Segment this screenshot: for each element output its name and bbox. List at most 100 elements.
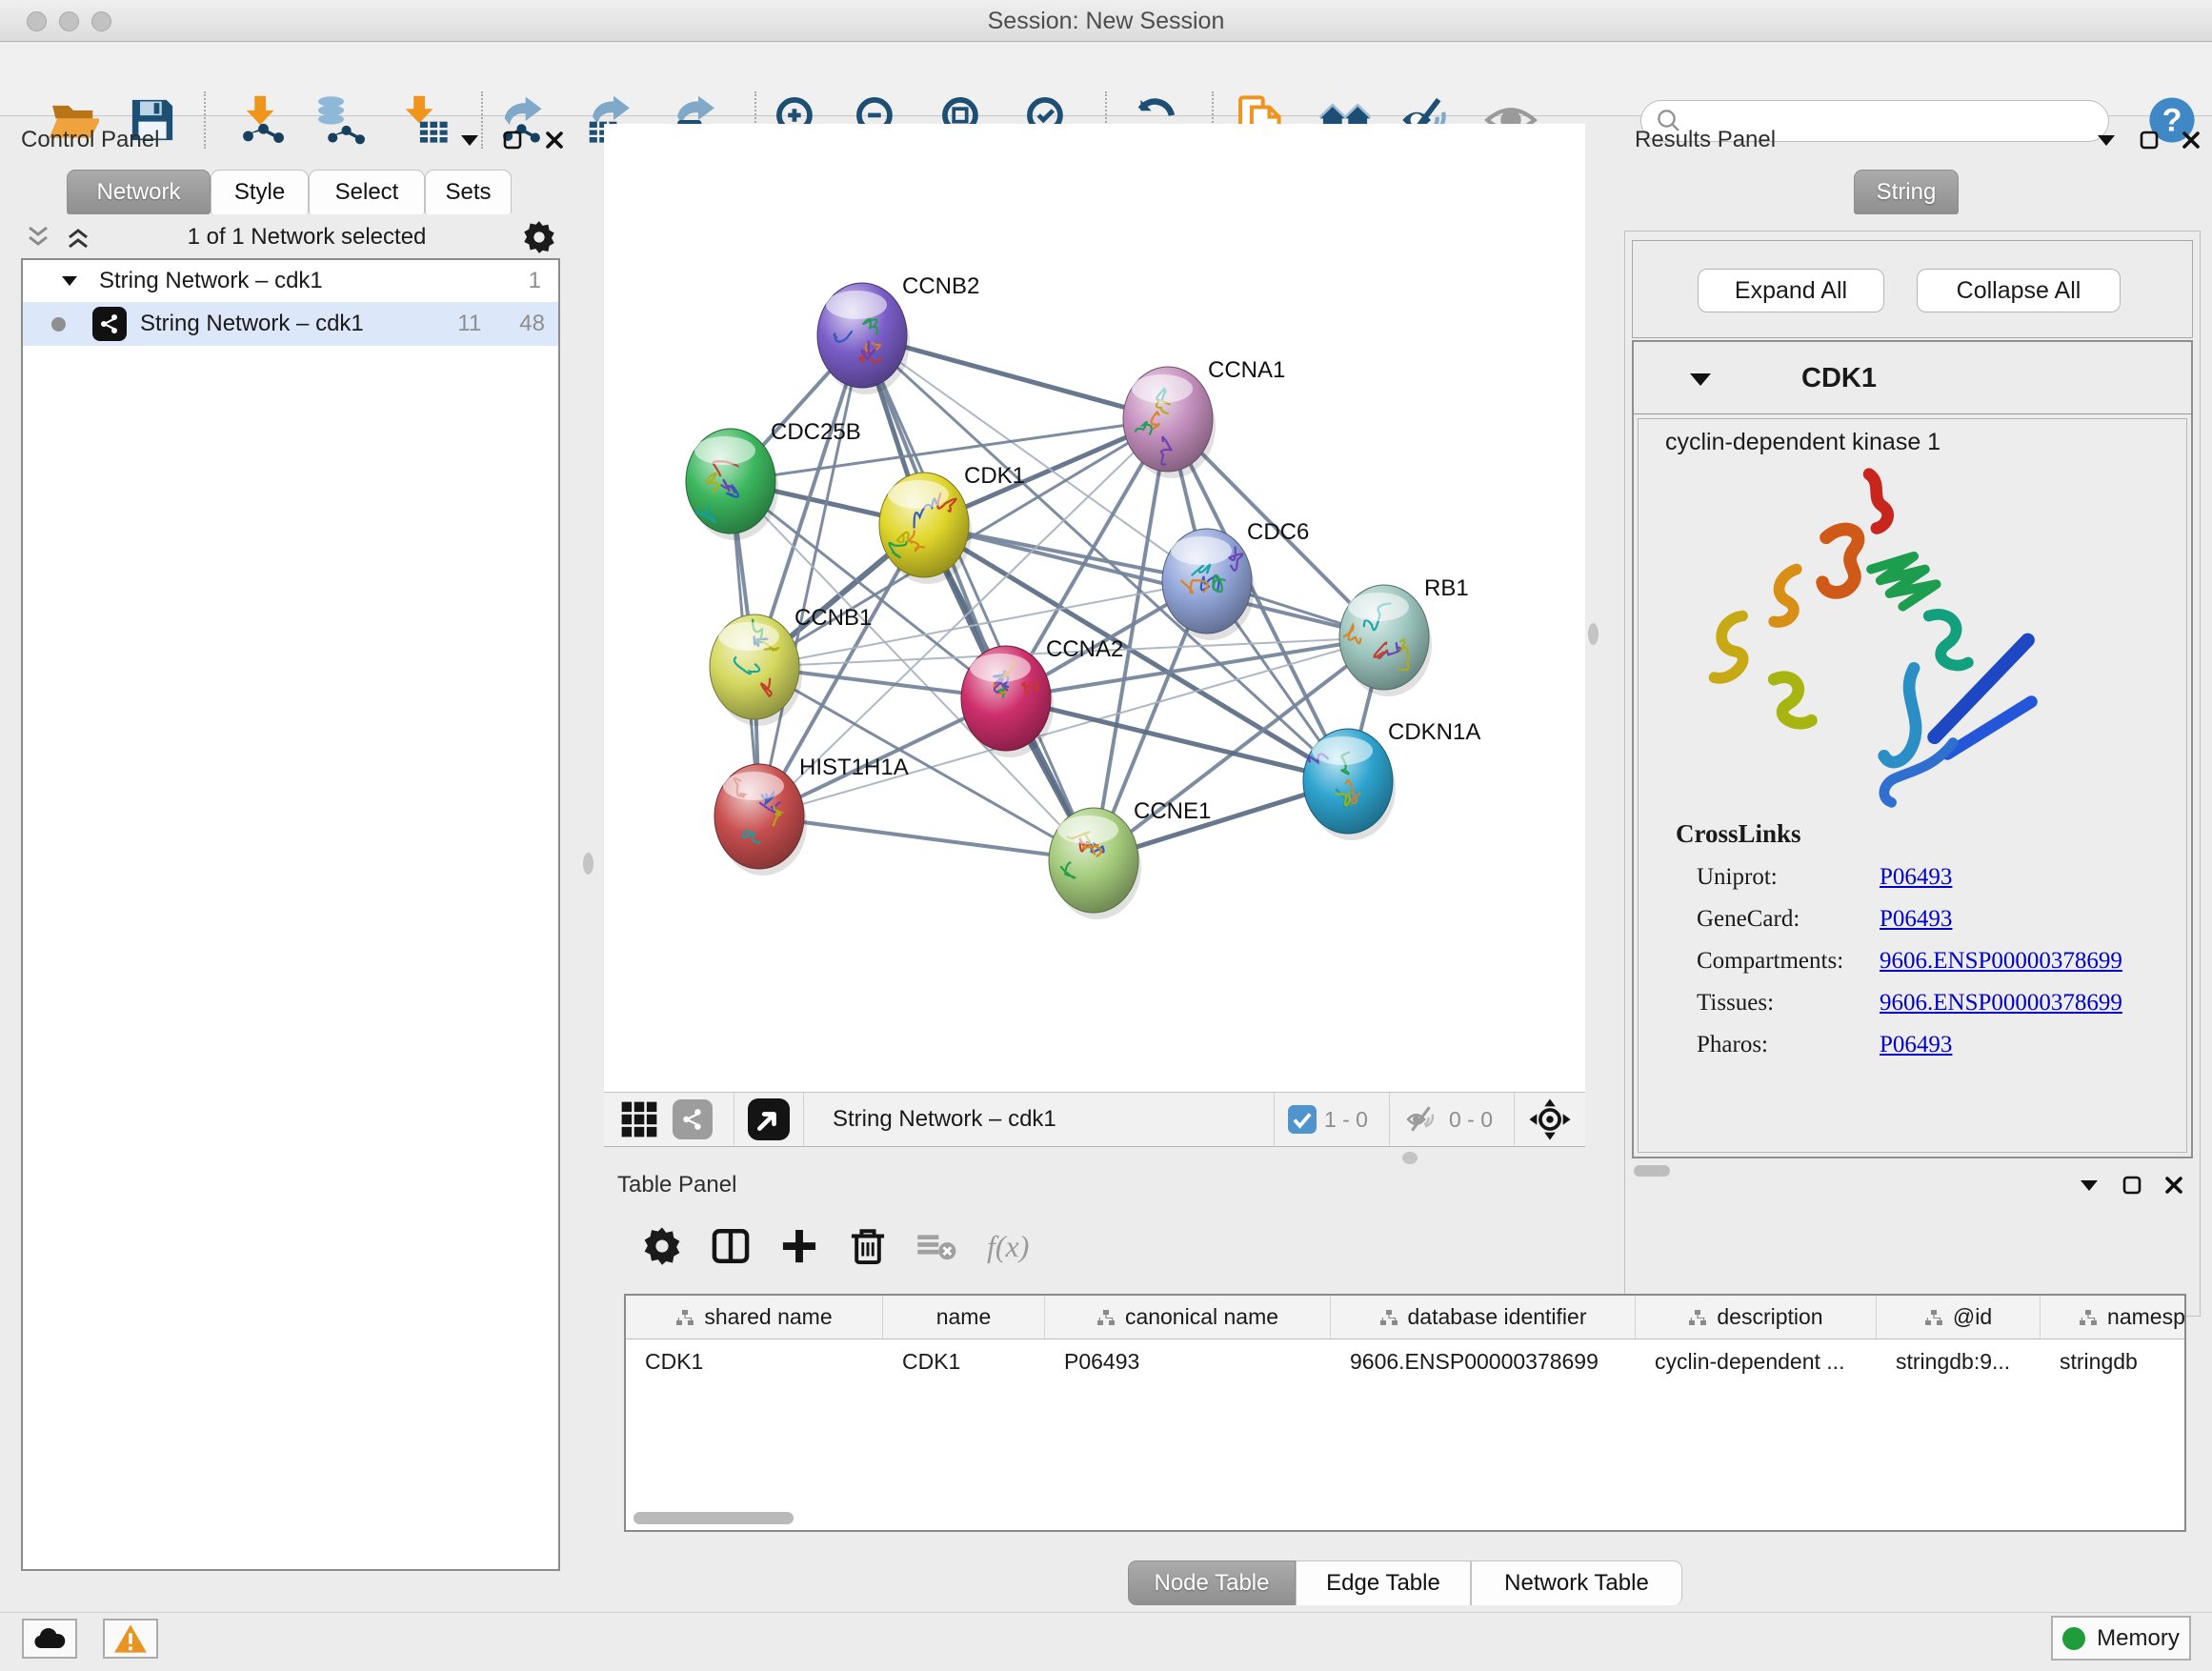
panel-close-icon[interactable] <box>545 131 564 150</box>
crosslink-link[interactable]: 9606.ENSP00000378699 <box>1880 990 2122 1017</box>
node-label-CDK1: CDK1 <box>964 463 1025 489</box>
tab-sets[interactable]: Sets <box>425 170 512 214</box>
pan-crosshair-icon[interactable] <box>1528 1097 1572 1141</box>
crosslink-row: Tissues:9606.ENSP00000378699 <box>1697 990 2186 1017</box>
tab-edge-table[interactable]: Edge Table <box>1296 1560 1471 1605</box>
network-node-CCNA1[interactable] <box>1123 367 1216 478</box>
cloud-status-button[interactable] <box>22 1619 77 1659</box>
table-cell[interactable]: stringdb <box>2041 1339 2186 1383</box>
table-cell[interactable]: P06493 <box>1045 1339 1331 1383</box>
network-edge-CCNB2-HIST1H1A[interactable] <box>759 335 862 816</box>
panel-float-icon[interactable] <box>2122 1176 2142 1195</box>
crosslink-label: Tissues: <box>1697 990 1880 1017</box>
crosslink-link[interactable]: P06493 <box>1880 864 1952 891</box>
network-canvas[interactable]: CCNB2CCNA1CDC25BCDK1CDC6RB1CCNB1CCNA2CDK… <box>604 124 1585 1092</box>
tree-disclosure-icon[interactable] <box>61 275 78 287</box>
network-node-CCNA2[interactable] <box>961 646 1054 757</box>
add-column-icon[interactable] <box>779 1226 819 1266</box>
vertical-splitter-handle-left[interactable] <box>583 853 593 875</box>
table-row[interactable]: CDK1CDK1P064939606.ENSP00000378699cyclin… <box>626 1339 2184 1383</box>
horizontal-splitter-handle[interactable] <box>1402 1152 1418 1164</box>
column-header-label: @id <box>1953 1304 1992 1330</box>
show-columns-icon[interactable] <box>711 1226 751 1266</box>
table-cell[interactable]: CDK1 <box>626 1339 883 1383</box>
column-type-icon <box>1688 1309 1707 1326</box>
crosslink-link[interactable]: P06493 <box>1880 906 1952 933</box>
grid-view-icon[interactable] <box>619 1099 659 1139</box>
panel-float-icon[interactable] <box>503 131 522 150</box>
column-header-shared-name[interactable]: shared name <box>626 1296 883 1339</box>
column-header--id[interactable]: @id <box>1877 1296 2041 1339</box>
panel-menu-icon[interactable] <box>2096 133 2117 147</box>
network-list-view-icon[interactable] <box>673 1099 713 1139</box>
network-collection-row[interactable]: String Network – cdk1 1 <box>23 260 558 302</box>
panel-close-icon[interactable] <box>2164 1176 2183 1195</box>
column-type-icon <box>1379 1309 1398 1326</box>
column-header-name[interactable]: name <box>883 1296 1045 1339</box>
network-node-CCNE1[interactable] <box>1049 808 1141 919</box>
network-row-selected[interactable]: String Network – cdk1 11 48 <box>23 302 558 346</box>
collapse-all-tree-icon[interactable] <box>25 225 51 250</box>
tab-network[interactable]: Network <box>67 170 211 214</box>
delete-table-icon[interactable] <box>916 1228 958 1264</box>
network-node-CDK1[interactable] <box>879 473 972 584</box>
table-hscrollbar-thumb[interactable] <box>633 1512 794 1524</box>
birdseye-view-icon[interactable] <box>748 1098 790 1140</box>
tab-network-table[interactable]: Network Table <box>1471 1560 1682 1605</box>
window-zoom-light[interactable] <box>91 11 111 31</box>
table-options-gear-icon[interactable] <box>642 1226 682 1266</box>
warning-status-button[interactable] <box>103 1619 158 1659</box>
main-toolbar: ? <box>0 42 2212 116</box>
memory-button[interactable]: Memory <box>2051 1616 2191 1661</box>
network-edge-CCNB2-CCNE1[interactable] <box>862 335 1094 860</box>
vertical-splitter-handle-right[interactable] <box>1588 623 1599 645</box>
panel-float-icon[interactable] <box>2140 131 2159 150</box>
table-cell[interactable]: CDK1 <box>883 1339 1045 1383</box>
entry-disclosure-icon[interactable] <box>1689 372 1712 387</box>
function-builder-icon[interactable]: f(x) <box>987 1229 1029 1264</box>
column-header-label: name <box>936 1304 992 1330</box>
node-label-CCNA1: CCNA1 <box>1208 357 1285 383</box>
delete-column-icon[interactable] <box>848 1226 888 1266</box>
network-collection-label: String Network – cdk1 <box>99 268 529 294</box>
network-node-CCNB2[interactable] <box>817 283 910 394</box>
expand-all-tree-icon[interactable] <box>65 225 91 250</box>
crosslink-link[interactable]: P06493 <box>1880 1032 1952 1058</box>
tab-select[interactable]: Select <box>309 170 425 214</box>
result-entry-header[interactable]: CDK1 <box>1634 342 2191 414</box>
network-node-CDKN1A[interactable] <box>1303 729 1396 840</box>
network-node-HIST1H1A[interactable] <box>714 764 807 876</box>
memory-label: Memory <box>2097 1625 2180 1652</box>
selected-checkbox-icon[interactable] <box>1288 1105 1317 1134</box>
network-node-RB1[interactable] <box>1339 585 1432 696</box>
tab-style[interactable]: Style <box>211 170 309 214</box>
column-header-database-identifier[interactable]: database identifier <box>1331 1296 1636 1339</box>
hidden-eye-slash-icon[interactable] <box>1403 1104 1441 1135</box>
column-type-icon <box>1096 1309 1116 1326</box>
table-cell[interactable]: cyclin-dependent ... <box>1636 1339 1877 1383</box>
column-header-canonical-name[interactable]: canonical name <box>1045 1296 1331 1339</box>
window-close-light[interactable] <box>27 11 47 31</box>
column-header-description[interactable]: description <box>1636 1296 1877 1339</box>
network-node-CCNB1[interactable] <box>710 614 802 726</box>
tab-string[interactable]: String <box>1854 170 1959 214</box>
table-cell[interactable]: stringdb:9... <box>1877 1339 2041 1383</box>
column-header-namespace[interactable]: namespace <box>2041 1296 2186 1339</box>
panel-menu-icon[interactable] <box>2079 1178 2100 1192</box>
panel-close-icon[interactable] <box>2182 131 2201 150</box>
crosslink-row: Uniprot:P06493 <box>1697 864 2186 891</box>
window-minimize-light[interactable] <box>59 11 79 31</box>
expand-all-button[interactable]: Expand All <box>1698 269 1884 312</box>
panel-menu-icon[interactable] <box>459 133 480 147</box>
collapse-all-button[interactable]: Collapse All <box>1917 269 2121 312</box>
table-cell[interactable]: 9606.ENSP00000378699 <box>1331 1339 1636 1383</box>
crosslink-link[interactable]: 9606.ENSP00000378699 <box>1880 948 2122 975</box>
column-type-icon <box>2079 1309 2098 1326</box>
node-label-CCNA2: CCNA2 <box>1046 636 1123 662</box>
network-edge-CDK1-RB1[interactable] <box>924 525 1384 637</box>
network-options-gear-icon[interactable] <box>522 220 556 254</box>
tab-node-table[interactable]: Node Table <box>1128 1560 1296 1605</box>
network-edge-CCNE1-HIST1H1A[interactable] <box>759 816 1094 860</box>
column-header-label: namespace <box>2107 1304 2186 1330</box>
network-current-dot <box>51 317 66 332</box>
